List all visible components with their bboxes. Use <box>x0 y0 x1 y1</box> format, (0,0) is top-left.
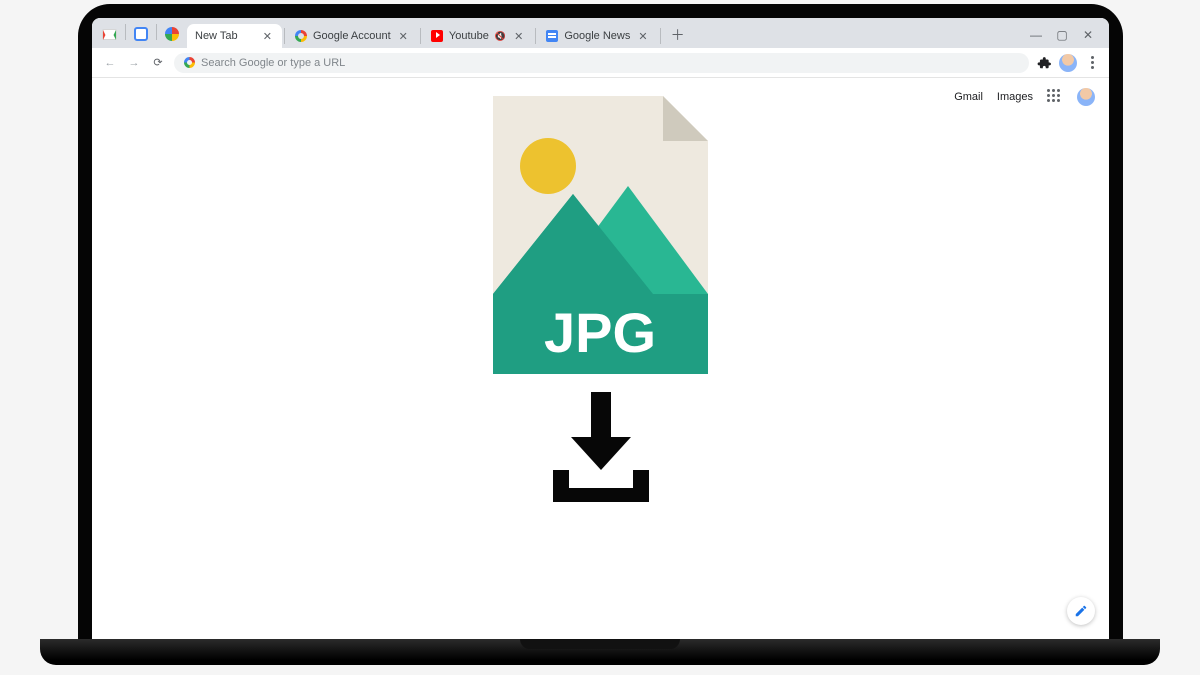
top-right-links: Gmail Images <box>954 88 1095 106</box>
separator <box>156 24 157 40</box>
close-icon[interactable]: ✕ <box>261 30 274 43</box>
customize-button[interactable] <box>1067 597 1095 625</box>
laptop-notch <box>520 639 680 649</box>
tab-new-tab[interactable]: New Tab ✕ <box>187 24 282 48</box>
omnibox-placeholder: Search Google or type a URL <box>201 57 345 69</box>
back-button[interactable]: ← <box>102 57 118 69</box>
separator <box>125 24 126 40</box>
gmail-link[interactable]: Gmail <box>954 91 983 103</box>
tab-label: New Tab <box>195 30 255 42</box>
tab-label: Google News <box>564 30 630 42</box>
account-avatar[interactable] <box>1077 88 1095 106</box>
close-icon[interactable]: ✕ <box>512 30 525 43</box>
photos-icon[interactable] <box>165 27 179 41</box>
pencil-icon <box>1074 604 1088 618</box>
forward-button[interactable]: → <box>126 57 142 69</box>
window-controls: — ▢ ✕ <box>1029 28 1105 48</box>
separator <box>284 28 285 44</box>
screen: New Tab ✕ Google Account ✕ Youtube 🔇 ✕ G… <box>92 18 1109 639</box>
laptop-frame: New Tab ✕ Google Account ✕ Youtube 🔇 ✕ G… <box>78 4 1123 639</box>
extensions-icon[interactable] <box>1037 56 1051 70</box>
tab-label: Youtube <box>449 30 489 42</box>
minimize-button[interactable]: — <box>1029 28 1043 42</box>
youtube-favicon <box>431 30 443 42</box>
center-illustration: JPG <box>486 96 716 502</box>
pinned-tabs <box>96 24 187 48</box>
menu-button[interactable] <box>1085 56 1099 69</box>
google-favicon <box>295 30 307 42</box>
close-icon[interactable]: ✕ <box>397 30 410 43</box>
maximize-button[interactable]: ▢ <box>1055 28 1069 42</box>
tab-strip: New Tab ✕ Google Account ✕ Youtube 🔇 ✕ G… <box>92 18 1109 48</box>
mute-icon[interactable]: 🔇 <box>495 31 506 42</box>
separator <box>660 28 661 44</box>
reload-button[interactable]: ⟳ <box>150 56 166 69</box>
separator <box>535 28 536 44</box>
google-search-icon <box>184 57 195 68</box>
tab-google-news[interactable]: Google News ✕ <box>538 24 657 48</box>
close-window-button[interactable]: ✕ <box>1081 28 1095 42</box>
omnibox[interactable]: Search Google or type a URL <box>174 53 1029 73</box>
apps-icon[interactable] <box>1047 89 1063 105</box>
jpg-file-icon: JPG <box>493 96 708 374</box>
gmail-icon[interactable] <box>102 29 117 40</box>
toolbar: ← → ⟳ Search Google or type a URL <box>92 48 1109 78</box>
close-icon[interactable]: ✕ <box>636 30 649 43</box>
file-type-label: JPG <box>544 301 656 364</box>
download-icon <box>541 392 661 502</box>
new-tab-button[interactable]: ＋ <box>667 24 689 46</box>
images-link[interactable]: Images <box>997 91 1033 103</box>
separator <box>420 28 421 44</box>
tab-youtube[interactable]: Youtube 🔇 ✕ <box>423 24 533 48</box>
calendar-icon[interactable] <box>134 27 148 41</box>
tab-label: Google Account <box>313 30 391 42</box>
profile-avatar[interactable] <box>1059 54 1077 72</box>
news-favicon <box>546 30 558 42</box>
page-content: Gmail Images <box>92 78 1109 639</box>
tab-google-account[interactable]: Google Account ✕ <box>287 24 418 48</box>
